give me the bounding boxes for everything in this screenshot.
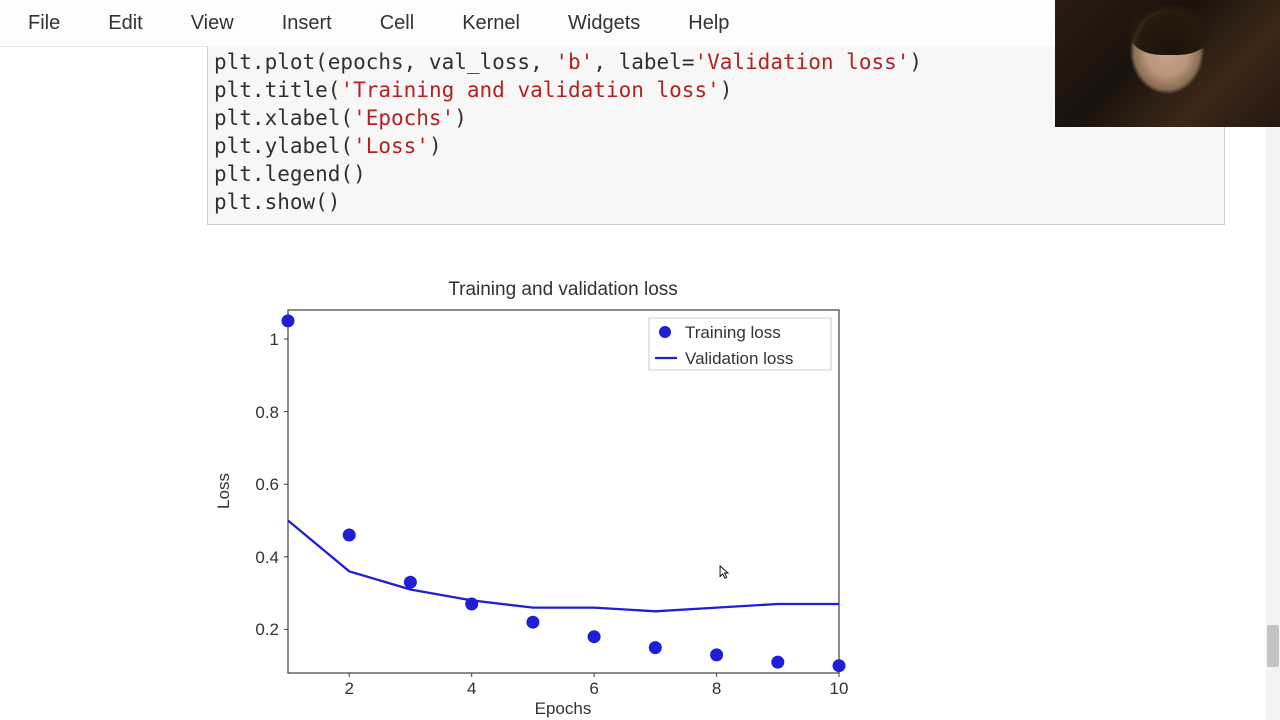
menu-file[interactable]: File (28, 12, 60, 35)
menu-widgets[interactable]: Widgets (568, 12, 640, 35)
code-line: plt.legend() (214, 160, 1218, 188)
chart-ylabel: Loss (214, 473, 233, 509)
notebook-content: plt.plot(epochs, val_loss, 'b', label='V… (0, 46, 1280, 720)
chart-training-validation-loss: Training and validation loss Loss Epochs… (207, 266, 887, 720)
chart-yticks: 0.2 0.4 0.6 0.8 1 (255, 330, 288, 639)
menu-kernel[interactable]: Kernel (462, 12, 520, 35)
svg-text:10: 10 (830, 679, 849, 698)
svg-text:6: 6 (589, 679, 598, 698)
webcam-overlay (1055, 0, 1280, 127)
svg-text:0.2: 0.2 (255, 620, 279, 639)
menu-cell[interactable]: Cell (380, 12, 414, 35)
chart-xlabel: Epochs (535, 699, 592, 718)
svg-text:Validation loss: Validation loss (685, 349, 793, 368)
chart-title: Training and validation loss (448, 279, 678, 300)
menu-insert[interactable]: Insert (282, 12, 332, 35)
code-line: plt.ylabel('Loss') (214, 132, 1218, 160)
svg-text:4: 4 (467, 679, 476, 698)
code-line: plt.show() (214, 188, 1218, 216)
svg-text:0.4: 0.4 (255, 548, 279, 567)
svg-text:0.8: 0.8 (255, 403, 279, 422)
menu-help[interactable]: Help (688, 12, 729, 35)
svg-text:Training loss: Training loss (685, 323, 781, 342)
chart-series-validation-line (288, 521, 839, 612)
chart-xticks: 2 4 6 8 10 (344, 673, 848, 698)
svg-text:2: 2 (344, 679, 353, 698)
svg-text:0.6: 0.6 (255, 475, 279, 494)
menu-edit[interactable]: Edit (108, 12, 142, 35)
svg-text:8: 8 (712, 679, 721, 698)
menu-view[interactable]: View (191, 12, 234, 35)
svg-text:1: 1 (270, 330, 279, 349)
chart-legend: Training loss Validation loss (649, 318, 831, 370)
